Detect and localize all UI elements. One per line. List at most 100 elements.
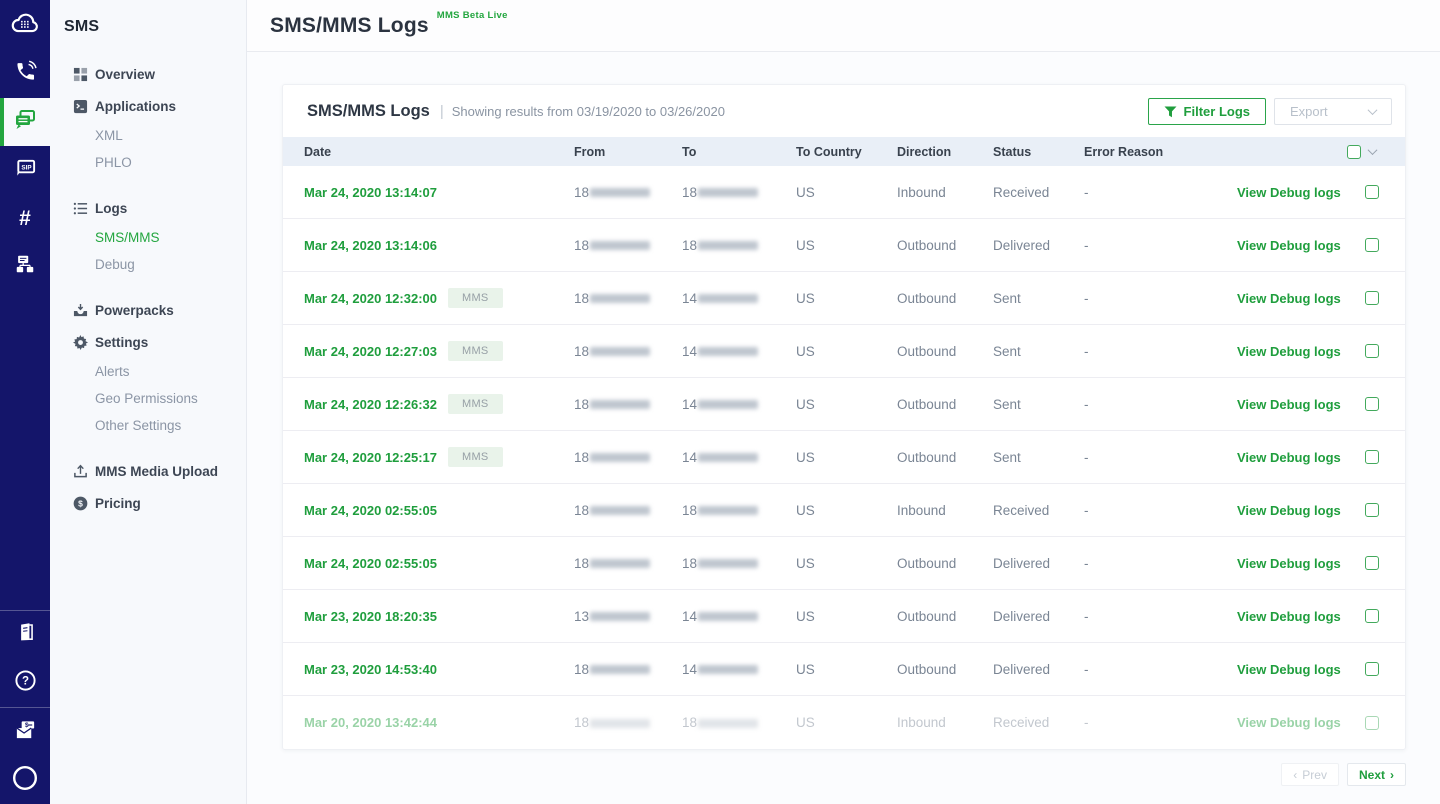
sidebar-item-settings[interactable]: Settings	[50, 326, 246, 358]
cell-direction: Inbound	[897, 184, 946, 200]
cell-direction: Outbound	[897, 608, 957, 624]
to-number-redacted	[698, 453, 759, 463]
rail-item-voice[interactable]	[0, 50, 50, 98]
next-page-button[interactable]: Next ›	[1346, 763, 1406, 786]
select-all-checkbox[interactable]	[1347, 144, 1361, 159]
sidebar-item-logs[interactable]: Logs	[50, 192, 246, 224]
row-checkbox[interactable]	[1364, 662, 1379, 676]
cell-checkbox	[1357, 715, 1405, 730]
sidebar-item-sms-mms[interactable]: SMS/MMS	[50, 224, 246, 251]
row-checkbox[interactable]	[1364, 185, 1379, 199]
row-checkbox[interactable]	[1364, 291, 1379, 305]
view-debug-logs-link[interactable]: View Debug logs	[1237, 238, 1357, 253]
cell-error-reason: -	[1084, 608, 1089, 624]
row-checkbox[interactable]	[1364, 609, 1379, 623]
from-number-redacted	[590, 665, 651, 675]
filter-logs-button[interactable]: Filter Logs	[1147, 98, 1266, 125]
table-row: Mar 20, 2020 13:42:44 18 18 US Inbound Receiv…	[283, 696, 1405, 749]
phone-numbers-hash-icon: #	[19, 206, 31, 230]
sidebar-item-applications[interactable]: Applications	[50, 90, 246, 122]
from-number-redacted	[590, 559, 651, 569]
rail-item-messaging[interactable]	[0, 98, 50, 146]
sidebar-item-alerts[interactable]: Alerts	[50, 358, 246, 385]
from-number-prefix: 13	[574, 608, 590, 624]
cell-to-country: US	[796, 343, 815, 359]
view-debug-logs-link[interactable]: View Debug logs	[1237, 609, 1357, 624]
view-debug-logs-link[interactable]: View Debug logs	[1237, 450, 1357, 465]
cell-to: 18	[682, 238, 796, 253]
sidebar-item-label: Pricing	[95, 495, 141, 511]
bulk-actions-chevron-down-icon[interactable]	[1367, 145, 1378, 156]
prev-page-button[interactable]: ‹ Prev	[1281, 763, 1339, 786]
view-debug-logs-link[interactable]: View Debug logs	[1237, 556, 1357, 571]
sidebar-item-other-settings[interactable]: Other Settings	[50, 412, 246, 439]
view-debug-logs-link[interactable]: View Debug logs	[1237, 185, 1357, 200]
row-checkbox[interactable]	[1364, 397, 1379, 411]
from-number-redacted	[590, 718, 651, 728]
to-number-prefix: 18	[682, 184, 698, 200]
view-debug-logs-link[interactable]: View Debug logs	[1237, 397, 1357, 412]
rail-item-account[interactable]	[0, 756, 50, 804]
to-number-prefix: 18	[682, 237, 698, 253]
sidebar-nav: Overview Applications XML PHLO Logs SMS/MMS De…	[50, 58, 246, 519]
rail-item-phone-numbers[interactable]: #	[0, 194, 50, 242]
cell-error-reason: -	[1084, 661, 1089, 677]
row-checkbox[interactable]	[1364, 503, 1379, 517]
log-date: Mar 23, 2020 14:53:40	[304, 661, 437, 677]
content-area: SMS/MMS Logs | Showing results from 03/1…	[247, 52, 1440, 786]
cell-to: 18	[682, 185, 796, 200]
table-row: Mar 24, 2020 12:32:00 MMS 18 14 US Outbound Se…	[283, 272, 1405, 325]
sidebar-item-overview[interactable]: Overview	[50, 58, 246, 90]
to-number-redacted	[698, 294, 759, 304]
export-button[interactable]: Export	[1274, 98, 1392, 125]
rail-item-docs[interactable]	[0, 611, 50, 659]
log-date: Mar 24, 2020 02:55:05	[304, 555, 437, 571]
rail-item-home[interactable]	[0, 0, 50, 50]
view-debug-logs-link[interactable]: View Debug logs	[1237, 291, 1357, 306]
from-number-prefix: 18	[574, 396, 590, 412]
rail-item-billing[interactable]: $	[0, 708, 50, 756]
cell-direction: Outbound	[897, 343, 957, 359]
sidebar-item-geo-permissions[interactable]: Geo Permissions	[50, 385, 246, 412]
sidebar-item-mms-media-upload[interactable]: MMS Media Upload	[50, 455, 246, 487]
sidebar-item-powerpacks[interactable]: Powerpacks	[50, 294, 246, 326]
sidebar-item-debug[interactable]: Debug	[50, 251, 246, 278]
from-number-prefix: 18	[574, 555, 590, 571]
zentrunk-sip-icon: SIP	[14, 156, 37, 184]
cell-direction: Outbound	[897, 290, 957, 306]
row-checkbox[interactable]	[1364, 556, 1379, 570]
cell-to: 14	[682, 450, 796, 465]
to-number-redacted	[698, 612, 759, 622]
account-avatar-icon	[12, 765, 38, 796]
sip-glyph: SIP	[21, 164, 31, 171]
row-checkbox[interactable]	[1364, 344, 1379, 358]
cell-status: Delivered	[993, 555, 1051, 571]
from-number-prefix: 18	[574, 237, 590, 253]
cell-checkbox	[1357, 662, 1405, 676]
sidebar-item-phlo[interactable]: PHLO	[50, 149, 246, 176]
rail-item-zentrunk-sip[interactable]: SIP	[0, 146, 50, 194]
sidebar-item-pricing[interactable]: $ Pricing	[50, 487, 246, 519]
view-debug-logs-link[interactable]: View Debug logs	[1237, 715, 1357, 730]
pricing-icon: $	[72, 495, 88, 511]
docs-icon	[15, 622, 36, 648]
view-debug-logs-link[interactable]: View Debug logs	[1237, 344, 1357, 359]
view-debug-logs-link[interactable]: View Debug logs	[1237, 503, 1357, 518]
table-row: Mar 23, 2020 18:20:35 13 14 US Outbound Deliv…	[283, 590, 1405, 643]
filter-logs-label: Filter Logs	[1183, 104, 1250, 119]
row-checkbox[interactable]	[1364, 715, 1379, 730]
sidebar-item-xml[interactable]: XML	[50, 122, 246, 149]
view-debug-logs-link[interactable]: View Debug logs	[1237, 662, 1357, 677]
rail-item-help[interactable]: ?	[0, 659, 50, 707]
cell-status: Delivered	[993, 237, 1051, 253]
row-checkbox[interactable]	[1364, 450, 1379, 464]
rail-item-phlo[interactable]	[0, 242, 50, 290]
cell-status: Received	[993, 715, 1050, 730]
sidebar-item-label: Settings	[95, 334, 149, 350]
cell-error-reason: -	[1084, 449, 1089, 465]
from-number-prefix: 18	[574, 502, 590, 518]
rail-spacer	[0, 290, 50, 610]
row-checkbox[interactable]	[1364, 238, 1379, 252]
cell-to-country: US	[796, 184, 815, 200]
prev-label: Prev	[1302, 767, 1327, 782]
